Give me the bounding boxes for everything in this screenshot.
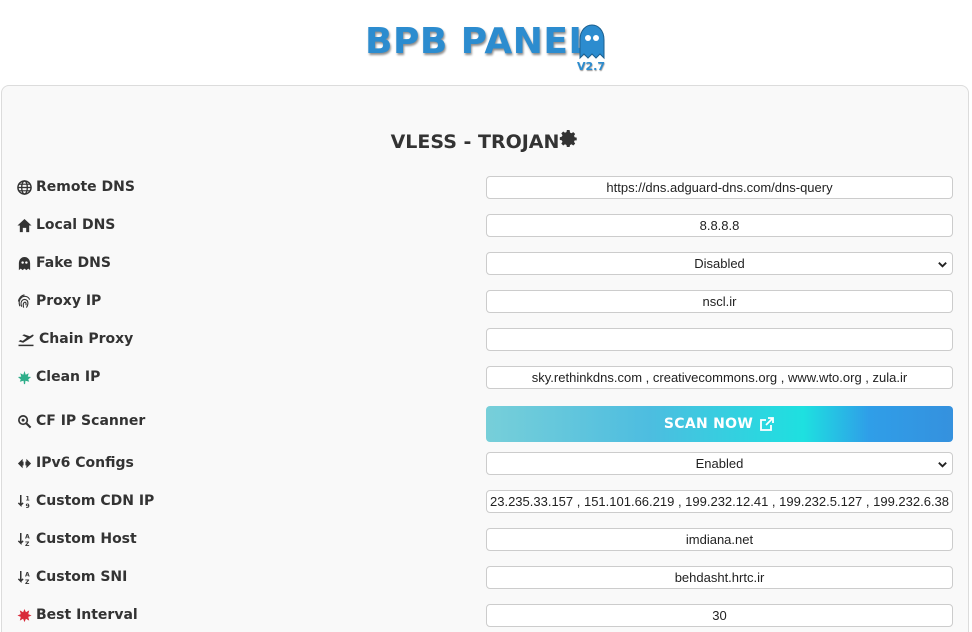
setting-label: Proxy IP	[17, 293, 101, 309]
setting-row-custom-host: AZ Custom Host imdiana.net	[17, 528, 953, 552]
scan-now-label: SCAN NOW	[663, 416, 754, 432]
version-label: V2.7	[577, 60, 605, 73]
svg-text:A: A	[25, 571, 30, 578]
setting-row-custom-cdn-ip: 19 Custom CDN IP 23.235.33.157 , 151.101…	[17, 490, 953, 514]
setting-label-text: Clean IP	[36, 369, 101, 385]
setting-label: Chain Proxy	[17, 331, 133, 347]
proxy-ip-input[interactable]: nscl.ir	[486, 290, 953, 313]
external-link-icon	[760, 417, 775, 431]
setting-row-cf-ip-scanner: CF IP Scanner SCAN NOW	[17, 406, 953, 442]
setting-label-text: Local DNS	[36, 217, 116, 233]
burst-icon	[17, 608, 32, 622]
setting-row-best-interval: Best Interval 30	[17, 604, 953, 628]
leaf-icon	[17, 370, 32, 384]
setting-row-proxy-ip: Proxy IP nscl.ir	[17, 290, 953, 314]
header: BPB PANEL V2.7	[0, 0, 972, 84]
setting-label: Best Interval	[17, 607, 138, 623]
setting-label: Clean IP	[17, 369, 100, 385]
chevron-down-icon	[938, 462, 947, 468]
local-dns-input[interactable]: 8.8.8.8	[486, 214, 953, 237]
setting-row-chain-proxy: Chain Proxy	[17, 328, 953, 352]
clean-ip-input[interactable]: sky.rethinkdns.com , creativecommons.org…	[486, 366, 953, 389]
setting-label: CF IP Scanner	[17, 413, 145, 429]
sort-alpha-icon: AZ	[17, 532, 30, 547]
setting-label: AZ Custom Host	[17, 531, 137, 547]
ghost-logo-icon	[579, 24, 605, 60]
setting-label: Remote DNS	[17, 179, 135, 195]
globe-icon	[17, 179, 32, 195]
setting-row-local-dns: Local DNS 8.8.8.8	[17, 214, 953, 238]
setting-label: 19 Custom CDN IP	[17, 493, 154, 509]
svg-text:Z: Z	[25, 579, 30, 585]
house-icon	[17, 218, 32, 232]
setting-row-remote-dns: Remote DNS https://dns.adguard-dns.com/d…	[17, 176, 953, 200]
magnifier-icon	[18, 414, 32, 428]
fake-dns-selected-value: Disabled	[694, 256, 745, 271]
setting-label-text: Custom SNI	[36, 569, 128, 585]
sort-alpha-icon: AZ	[17, 570, 30, 585]
setting-label-text: Fake DNS	[36, 255, 111, 271]
settings-panel: VLESS - TROJAN Remote DNS https://dns.ad…	[1, 85, 969, 632]
setting-label: IPv6 Configs	[17, 455, 134, 471]
ghost-icon	[18, 256, 31, 270]
setting-row-ipv6-configs: IPv6 Configs Enabled	[17, 452, 953, 476]
custom-sni-input[interactable]: behdasht.hrtc.ir	[486, 566, 953, 589]
setting-label-text: Best Interval	[36, 607, 138, 623]
sort-numeric-icon: 19	[17, 494, 30, 509]
fingerprint-icon	[17, 293, 31, 308]
logo: BPB PANEL V2.7	[365, 18, 605, 78]
setting-label: AZ Custom SNI	[17, 569, 127, 585]
setting-row-fake-dns: Fake DNS Disabled	[17, 252, 953, 276]
setting-label-text: Proxy IP	[36, 293, 102, 309]
logo-text: BPB PANEL	[365, 21, 592, 62]
section-title-text: VLESS - TROJAN	[390, 131, 560, 153]
svg-text:1: 1	[25, 495, 29, 502]
remote-dns-input[interactable]: https://dns.adguard-dns.com/dns-query	[486, 176, 953, 199]
setting-label-text: Remote DNS	[36, 179, 135, 195]
svg-text:A: A	[25, 533, 30, 540]
svg-text:Z: Z	[25, 541, 30, 547]
plane-departure-icon	[18, 333, 34, 346]
arrows-icon	[17, 458, 32, 468]
setting-label: Local DNS	[17, 217, 115, 233]
ipv6-configs-selected-value: Enabled	[695, 456, 744, 471]
scan-now-button[interactable]: SCAN NOW	[486, 406, 953, 442]
best-interval-input[interactable]: 30	[486, 604, 953, 627]
setting-label-text: Custom CDN IP	[36, 493, 155, 509]
svg-text:9: 9	[25, 503, 29, 509]
section-title: VLESS - TROJAN	[2, 130, 968, 153]
chain-proxy-input[interactable]	[486, 328, 953, 351]
custom-cdn-ip-input[interactable]: 23.235.33.157 , 151.101.66.219 , 199.232…	[486, 490, 953, 513]
setting-label-text: Custom Host	[36, 531, 137, 547]
setting-label: Fake DNS	[17, 255, 111, 271]
setting-label-text: Chain Proxy	[39, 331, 134, 347]
fake-dns-select[interactable]: Disabled	[486, 252, 953, 275]
chevron-down-icon	[938, 262, 947, 268]
custom-host-input[interactable]: imdiana.net	[486, 528, 953, 551]
gear-icon[interactable]	[559, 130, 579, 150]
setting-row-custom-sni: AZ Custom SNI behdasht.hrtc.ir	[17, 566, 953, 590]
setting-row-clean-ip: Clean IP sky.rethinkdns.com , creativeco…	[17, 366, 953, 390]
setting-label-text: IPv6 Configs	[36, 455, 134, 471]
setting-label-text: CF IP Scanner	[36, 413, 146, 429]
ipv6-configs-select[interactable]: Enabled	[486, 452, 953, 475]
